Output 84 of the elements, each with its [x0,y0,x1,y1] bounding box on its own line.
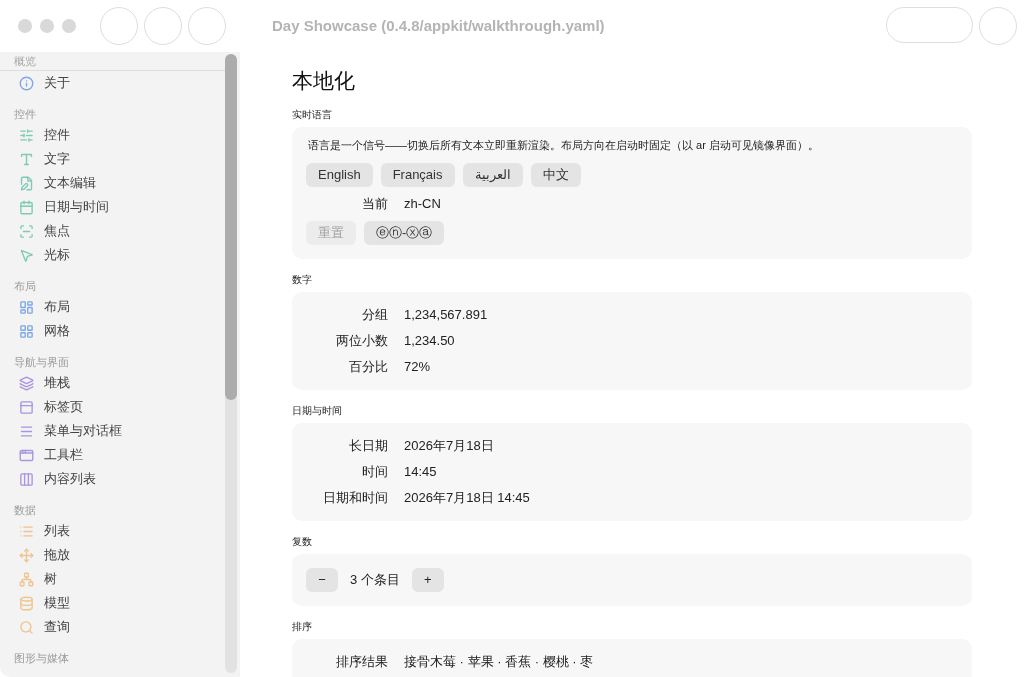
field-value: 2026年7月18日 14:45 [404,489,530,508]
sidebar-item[interactable]: 文本编辑 [14,171,220,195]
tab-icon [19,399,34,415]
field-value: 2026年7月18日 [404,437,494,456]
sidebar-item[interactable]: 标签页 [14,395,220,419]
field-label: 分组 [361,306,389,325]
sidebar-heading: 控件 [14,106,36,122]
layout-icon [19,299,34,315]
field-label: 排序结果 [335,653,389,672]
sidebar-item[interactable]: 焦点 [14,219,220,243]
layers-icon [19,375,34,391]
sidebar-item[interactable]: 控件 [14,123,220,147]
sidebar-item[interactable]: 列表 [14,519,220,543]
field-label: 长日期 [348,437,389,456]
toolbar-button[interactable] [100,7,138,45]
window-title: Day Showcase (0.4.8/appkit/walkthrough.yaml) [272,15,605,36]
field-label: 时间 [361,463,389,482]
sidebar-item[interactable]: 内容列表 [14,467,220,491]
move-icon [19,547,34,563]
field-label: 百分比 [348,358,389,377]
section-label: 实时语言 [292,108,333,122]
field-value: 1,234,567.891 [404,306,488,325]
sidebar-item[interactable]: 菜单与对话框 [14,419,220,443]
window-control[interactable] [40,19,54,33]
search-icon [19,619,34,635]
window-icon [19,447,34,463]
sliders-icon [19,127,34,143]
list-icon [19,523,34,539]
tree-icon [19,571,34,587]
toolbar-button[interactable] [979,7,1017,45]
toolbar-button[interactable] [144,7,182,45]
field-value: 1,234.50 [404,332,455,351]
sidebar-item[interactable]: 布局 [14,295,220,319]
sidebar-heading: 概览 [14,54,36,70]
sidebar-item[interactable]: 光标 [14,243,220,267]
field-label: 当前 [361,195,389,214]
field-value: 14:45 [404,463,437,482]
description-text: 语言是一个信号——切换后所有文本立即重新渲染。布局方向在启动时固定（以 ar 启动可见镜像界面）。 [307,138,820,153]
document-edit-icon [19,175,34,191]
info-icon [19,75,34,91]
increment-button[interactable]: + [411,568,444,592]
field-value: zh-CN [404,195,441,214]
menu-icon [19,423,34,439]
sidebar-item[interactable]: 日期与时间 [14,195,220,219]
language-button[interactable]: English [306,163,373,187]
field-label: 日期和时间 [322,489,389,508]
sidebar-item[interactable]: 网格 [14,319,220,343]
sidebar-item[interactable]: 工具栏 [14,443,220,467]
language-button[interactable]: ⓔⓝ-ⓧⓐ [364,221,445,245]
sidebar-item[interactable]: 文字 [14,147,220,171]
columns-icon [19,471,34,487]
sidebar-item[interactable]: 树 [14,567,220,591]
section-label: 数字 [292,273,313,287]
toolbar-button[interactable] [886,7,973,43]
section-label: 排序 [292,620,313,634]
field-value: 72% [404,358,431,377]
database-icon [19,595,34,611]
toolbar-button[interactable] [188,7,226,45]
section-label: 日期与时间 [292,404,343,418]
language-button[interactable]: العربية [462,163,523,187]
section-label: 复数 [292,535,313,549]
sidebar-heading: 布局 [14,278,36,294]
calendar-icon [19,199,34,215]
window-control[interactable] [62,19,76,33]
sidebar-item[interactable]: 关于 [14,71,220,95]
sidebar-heading: 图形与媒体 [14,650,69,666]
page-title: 本地化 [292,68,356,94]
sidebar-item[interactable]: 拖放 [14,543,220,567]
field-value: 接骨木莓 · 苹果 · 香蕉 · 樱桃 · 枣 [404,653,594,672]
window-control[interactable] [18,19,32,33]
language-button[interactable]: 中文 [530,163,581,187]
decrement-button[interactable]: − [306,568,338,592]
sidebar-item[interactable]: 堆栈 [14,371,220,395]
focus-icon [19,223,34,239]
pointer-icon [19,247,34,263]
sidebar-heading: 数据 [14,502,36,518]
language-button[interactable]: Français [380,163,455,187]
sidebar-item[interactable]: 查询 [14,615,220,639]
item-count: 3 个条目 [350,571,400,590]
field-label: 两位小数 [335,332,389,351]
text-size-icon [19,151,34,167]
sidebar-heading: 导航与界面 [14,354,69,370]
grid-icon [19,323,34,339]
sidebar-item[interactable]: 模型 [14,591,220,615]
